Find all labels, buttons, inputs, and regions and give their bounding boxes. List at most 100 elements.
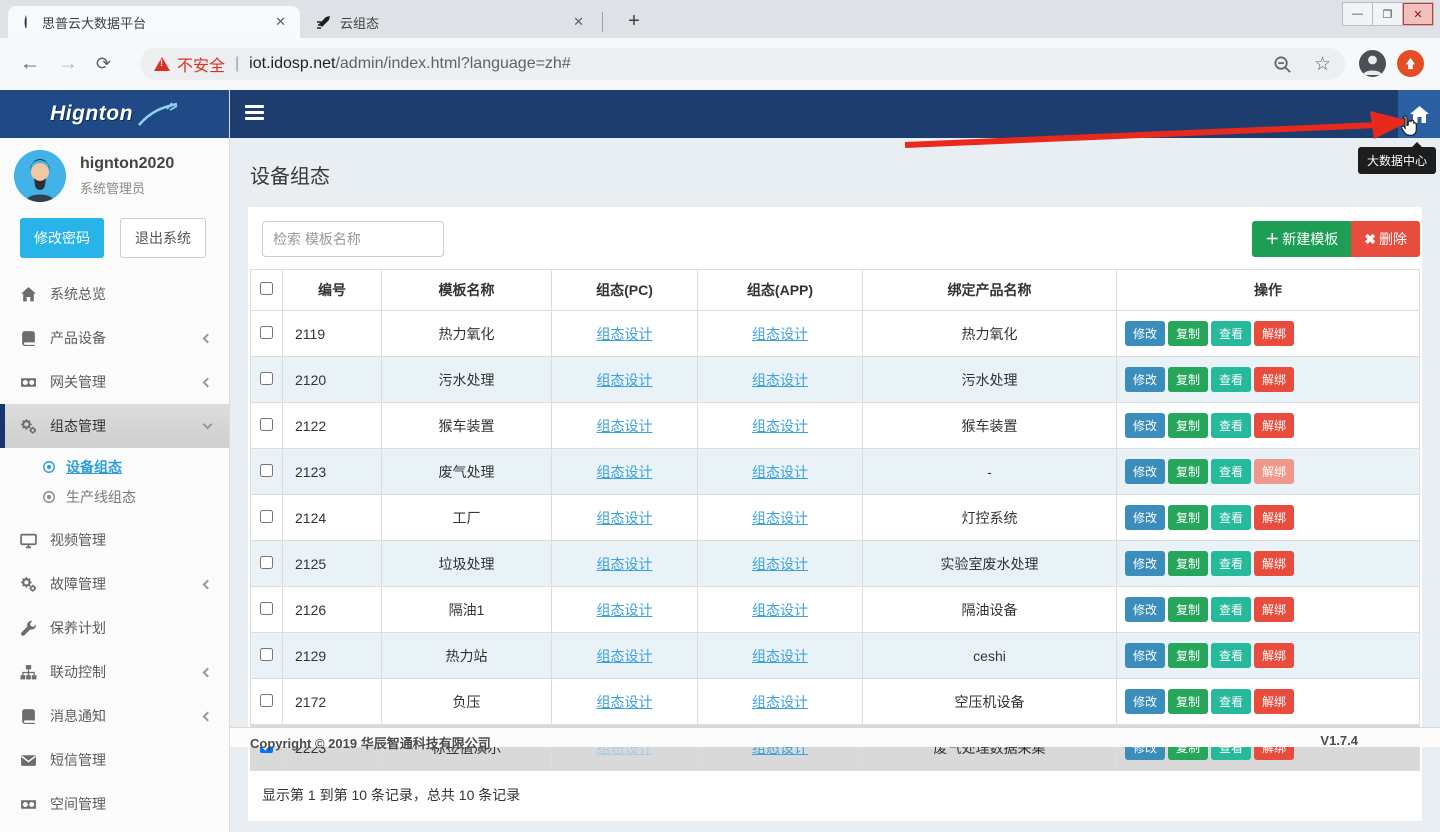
pc-design-link[interactable]: 组态设计 bbox=[597, 418, 653, 434]
pc-design-link[interactable]: 组态设计 bbox=[597, 372, 653, 388]
edit-button[interactable]: 修改 bbox=[1125, 597, 1165, 622]
edit-button[interactable]: 修改 bbox=[1125, 551, 1165, 576]
unbind-button[interactable]: 解绑 bbox=[1254, 597, 1294, 622]
copy-button[interactable]: 复制 bbox=[1168, 643, 1208, 668]
sidebar-item-space[interactable]: 空间管理 bbox=[0, 782, 229, 826]
reload-icon[interactable]: ⟳ bbox=[96, 54, 111, 75]
view-button[interactable]: 查看 bbox=[1211, 321, 1251, 346]
new-tab-button[interactable]: + bbox=[620, 8, 648, 36]
app-design-link[interactable]: 组态设计 bbox=[752, 372, 808, 388]
edit-button[interactable]: 修改 bbox=[1125, 321, 1165, 346]
address-bar[interactable]: 不安全 | iot.idosp.net/admin/index.html?lan… bbox=[140, 48, 1345, 80]
copy-button[interactable]: 复制 bbox=[1168, 321, 1208, 346]
zoom-out-icon[interactable] bbox=[1273, 55, 1292, 74]
sidebar-item-scada[interactable]: 组态管理 bbox=[0, 404, 229, 448]
row-checkbox[interactable] bbox=[260, 694, 273, 707]
pc-design-link[interactable]: 组态设计 bbox=[597, 464, 653, 480]
sidebar-logo[interactable]: Hignton bbox=[0, 90, 229, 138]
unbind-button[interactable]: 解绑 bbox=[1254, 551, 1294, 576]
delete-button[interactable]: ✖删除 bbox=[1351, 221, 1420, 257]
row-checkbox[interactable] bbox=[260, 602, 273, 615]
bigdata-center-home-button[interactable] bbox=[1398, 90, 1440, 138]
unbind-button[interactable]: 解绑 bbox=[1254, 689, 1294, 714]
pc-design-link[interactable]: 组态设计 bbox=[597, 602, 653, 618]
back-icon[interactable]: ← bbox=[20, 53, 40, 76]
edit-button[interactable]: 修改 bbox=[1125, 689, 1165, 714]
pc-design-link[interactable]: 组态设计 bbox=[597, 694, 653, 710]
unbind-button[interactable]: 解绑 bbox=[1254, 505, 1294, 530]
unbind-button[interactable]: 解绑 bbox=[1254, 643, 1294, 668]
view-button[interactable]: 查看 bbox=[1211, 367, 1251, 392]
unbind-button[interactable]: 解绑 bbox=[1254, 367, 1294, 392]
view-button[interactable]: 查看 bbox=[1211, 413, 1251, 438]
row-checkbox[interactable] bbox=[260, 464, 273, 477]
browser-extension-icon[interactable] bbox=[1397, 50, 1424, 77]
edit-button[interactable]: 修改 bbox=[1125, 413, 1165, 438]
copy-button[interactable]: 复制 bbox=[1168, 551, 1208, 576]
browser-profile-avatar[interactable] bbox=[1359, 50, 1386, 77]
app-design-link[interactable]: 组态设计 bbox=[752, 464, 808, 480]
security-warning-label[interactable]: 不安全 bbox=[177, 52, 225, 76]
view-button[interactable]: 查看 bbox=[1211, 597, 1251, 622]
unbind-button[interactable]: 解绑 bbox=[1254, 413, 1294, 438]
edit-button[interactable]: 修改 bbox=[1125, 367, 1165, 392]
app-design-link[interactable]: 组态设计 bbox=[752, 510, 808, 526]
window-restore-button[interactable]: ❐ bbox=[1373, 3, 1403, 25]
copy-button[interactable]: 复制 bbox=[1168, 689, 1208, 714]
view-button[interactable]: 查看 bbox=[1211, 551, 1251, 576]
new-template-button[interactable]: ＋新建模板 bbox=[1252, 221, 1351, 257]
unbind-button[interactable]: 解绑 bbox=[1254, 459, 1294, 484]
row-checkbox[interactable] bbox=[260, 648, 273, 661]
browser-tab-1[interactable]: 思普云大数据平台 ✕ bbox=[8, 6, 300, 38]
row-checkbox[interactable] bbox=[260, 326, 273, 339]
copy-button[interactable]: 复制 bbox=[1168, 413, 1208, 438]
browser-tab-2[interactable]: 云组态 ✕ bbox=[306, 6, 598, 38]
copy-button[interactable]: 复制 bbox=[1168, 367, 1208, 392]
edit-button[interactable]: 修改 bbox=[1125, 505, 1165, 530]
view-button[interactable]: 查看 bbox=[1211, 643, 1251, 668]
sidebar-item-fault[interactable]: 故障管理 bbox=[0, 562, 229, 606]
sidebar-item-overview[interactable]: 系统总览 bbox=[0, 272, 229, 316]
window-close-button[interactable]: ✕ bbox=[1403, 3, 1433, 25]
sidebar-item-products[interactable]: 产品设备 bbox=[0, 316, 229, 360]
app-design-link[interactable]: 组态设计 bbox=[752, 556, 808, 572]
sidebar-subitem-line-scada[interactable]: 生产线组态 bbox=[0, 482, 229, 512]
app-design-link[interactable]: 组态设计 bbox=[752, 326, 808, 342]
edit-button[interactable]: 修改 bbox=[1125, 459, 1165, 484]
sidebar-item-video[interactable]: 视频管理 bbox=[0, 518, 229, 562]
search-input[interactable] bbox=[262, 221, 444, 257]
sidebar-item-sms[interactable]: 短信管理 bbox=[0, 738, 229, 782]
app-design-link[interactable]: 组态设计 bbox=[752, 418, 808, 434]
change-password-button[interactable]: 修改密码 bbox=[20, 218, 104, 258]
tab1-close-icon[interactable]: ✕ bbox=[271, 12, 290, 32]
view-button[interactable]: 查看 bbox=[1211, 459, 1251, 484]
hamburger-menu-icon[interactable] bbox=[245, 105, 264, 123]
window-minimize-button[interactable]: — bbox=[1343, 3, 1373, 25]
pc-design-link[interactable]: 组态设计 bbox=[597, 648, 653, 664]
unbind-button[interactable]: 解绑 bbox=[1254, 321, 1294, 346]
bookmark-star-icon[interactable]: ☆ bbox=[1314, 53, 1331, 76]
logout-button[interactable]: 退出系统 bbox=[120, 218, 206, 258]
copy-button[interactable]: 复制 bbox=[1168, 459, 1208, 484]
app-design-link[interactable]: 组态设计 bbox=[752, 694, 808, 710]
copy-button[interactable]: 复制 bbox=[1168, 597, 1208, 622]
sidebar-item-maintenance[interactable]: 保养计划 bbox=[0, 606, 229, 650]
app-design-link[interactable]: 组态设计 bbox=[752, 648, 808, 664]
edit-button[interactable]: 修改 bbox=[1125, 643, 1165, 668]
view-button[interactable]: 查看 bbox=[1211, 505, 1251, 530]
copy-button[interactable]: 复制 bbox=[1168, 505, 1208, 530]
row-checkbox[interactable] bbox=[260, 556, 273, 569]
pc-design-link[interactable]: 组态设计 bbox=[597, 510, 653, 526]
pc-design-link[interactable]: 组态设计 bbox=[597, 326, 653, 342]
sidebar-item-gateway[interactable]: 网关管理 bbox=[0, 360, 229, 404]
select-all-checkbox[interactable] bbox=[260, 282, 273, 295]
tab2-close-icon[interactable]: ✕ bbox=[569, 12, 588, 32]
row-checkbox[interactable] bbox=[260, 372, 273, 385]
pc-design-link[interactable]: 组态设计 bbox=[597, 556, 653, 572]
app-design-link[interactable]: 组态设计 bbox=[752, 602, 808, 618]
view-button[interactable]: 查看 bbox=[1211, 689, 1251, 714]
sidebar-item-message[interactable]: 消息通知 bbox=[0, 694, 229, 738]
sidebar-subitem-device-scada[interactable]: 设备组态 bbox=[0, 452, 229, 482]
row-checkbox[interactable] bbox=[260, 510, 273, 523]
row-checkbox[interactable] bbox=[260, 418, 273, 431]
